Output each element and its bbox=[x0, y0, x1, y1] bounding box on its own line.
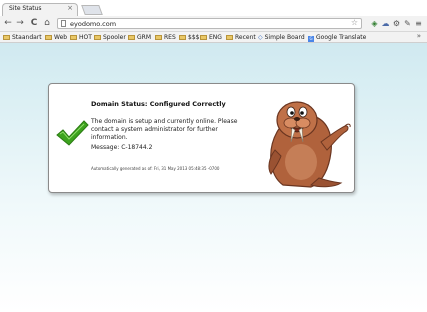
tab-strip: Site Status × bbox=[0, 0, 427, 16]
shield-extension-icon[interactable]: ◈ bbox=[370, 19, 379, 28]
back-arrow-icon[interactable]: ← bbox=[3, 18, 13, 28]
browser-window: Site Status × ← → C ⌂ eyodomo.com ☆ ◈ ☁ … bbox=[0, 0, 427, 312]
reload-icon[interactable]: C bbox=[29, 18, 39, 28]
home-icon[interactable]: ⌂ bbox=[42, 18, 52, 28]
folder-icon bbox=[155, 35, 162, 40]
status-message: Message: C-18744.2 bbox=[91, 144, 153, 151]
bookmark-folder[interactable]: GRM bbox=[128, 33, 151, 42]
bookmark-google-translate[interactable]: G Google Translate bbox=[308, 33, 366, 42]
checkmark-icon bbox=[56, 120, 89, 146]
cloud-extension-icon[interactable]: ☁ bbox=[381, 19, 390, 28]
status-card: Domain Status: Configured Correctly The … bbox=[48, 83, 355, 193]
tab-site-status[interactable]: Site Status × bbox=[2, 3, 78, 16]
new-tab-button[interactable] bbox=[81, 5, 103, 15]
bookmark-simple-board[interactable]: ◇ Simple Board bbox=[258, 33, 305, 42]
bookmark-folder[interactable]: ENG bbox=[200, 33, 222, 42]
bookmark-folder[interactable]: Spooler bbox=[94, 33, 126, 42]
status-title: Domain Status: Configured Correctly bbox=[91, 100, 226, 108]
folder-icon bbox=[179, 35, 186, 40]
close-tab-icon[interactable]: × bbox=[67, 4, 73, 12]
more-bookmarks-icon[interactable]: » bbox=[417, 32, 421, 40]
folder-icon bbox=[226, 35, 233, 40]
status-description: The domain is setup and currently online… bbox=[91, 118, 238, 141]
bookmark-folder[interactable]: Web bbox=[45, 33, 67, 42]
folder-icon bbox=[128, 35, 135, 40]
forward-arrow-icon[interactable]: → bbox=[15, 18, 25, 28]
bookmark-folder[interactable]: RES bbox=[155, 33, 176, 42]
folder-icon bbox=[200, 35, 207, 40]
folder-icon bbox=[70, 35, 77, 40]
translate-icon: G bbox=[308, 36, 314, 42]
bookmark-folder[interactable]: Recent bbox=[226, 33, 256, 42]
bookmark-icon: ◇ bbox=[258, 34, 263, 41]
address-bar[interactable]: eyodomo.com ☆ bbox=[57, 18, 362, 29]
star-icon[interactable]: ☆ bbox=[351, 18, 358, 27]
toolbar: ← → C ⌂ eyodomo.com ☆ ◈ ☁ ⚙ ✎ ≡ bbox=[0, 16, 427, 32]
pencil-icon[interactable]: ✎ bbox=[403, 19, 412, 28]
page-content: Domain Status: Configured Correctly The … bbox=[0, 43, 427, 312]
folder-icon bbox=[3, 35, 10, 40]
page-icon bbox=[61, 20, 66, 27]
gear-icon[interactable]: ⚙ bbox=[392, 19, 401, 28]
tab-title: Site Status bbox=[9, 5, 42, 12]
bookmark-folder[interactable]: HOT bbox=[70, 33, 92, 42]
menu-icon[interactable]: ≡ bbox=[414, 19, 423, 28]
bookmark-folder[interactable]: Staandart bbox=[3, 33, 42, 42]
bookmark-folder[interactable]: $$$ bbox=[179, 33, 199, 42]
generated-timestamp: Automatically generated as of: Fri, 31 M… bbox=[91, 166, 220, 171]
walrus-mascot-icon bbox=[268, 101, 351, 188]
url-text[interactable]: eyodomo.com bbox=[70, 19, 116, 29]
folder-icon bbox=[45, 35, 52, 40]
bookmarks-bar: Staandart Web HOT Spooler GRM RES $$$ EN… bbox=[0, 32, 427, 43]
folder-icon bbox=[94, 35, 101, 40]
